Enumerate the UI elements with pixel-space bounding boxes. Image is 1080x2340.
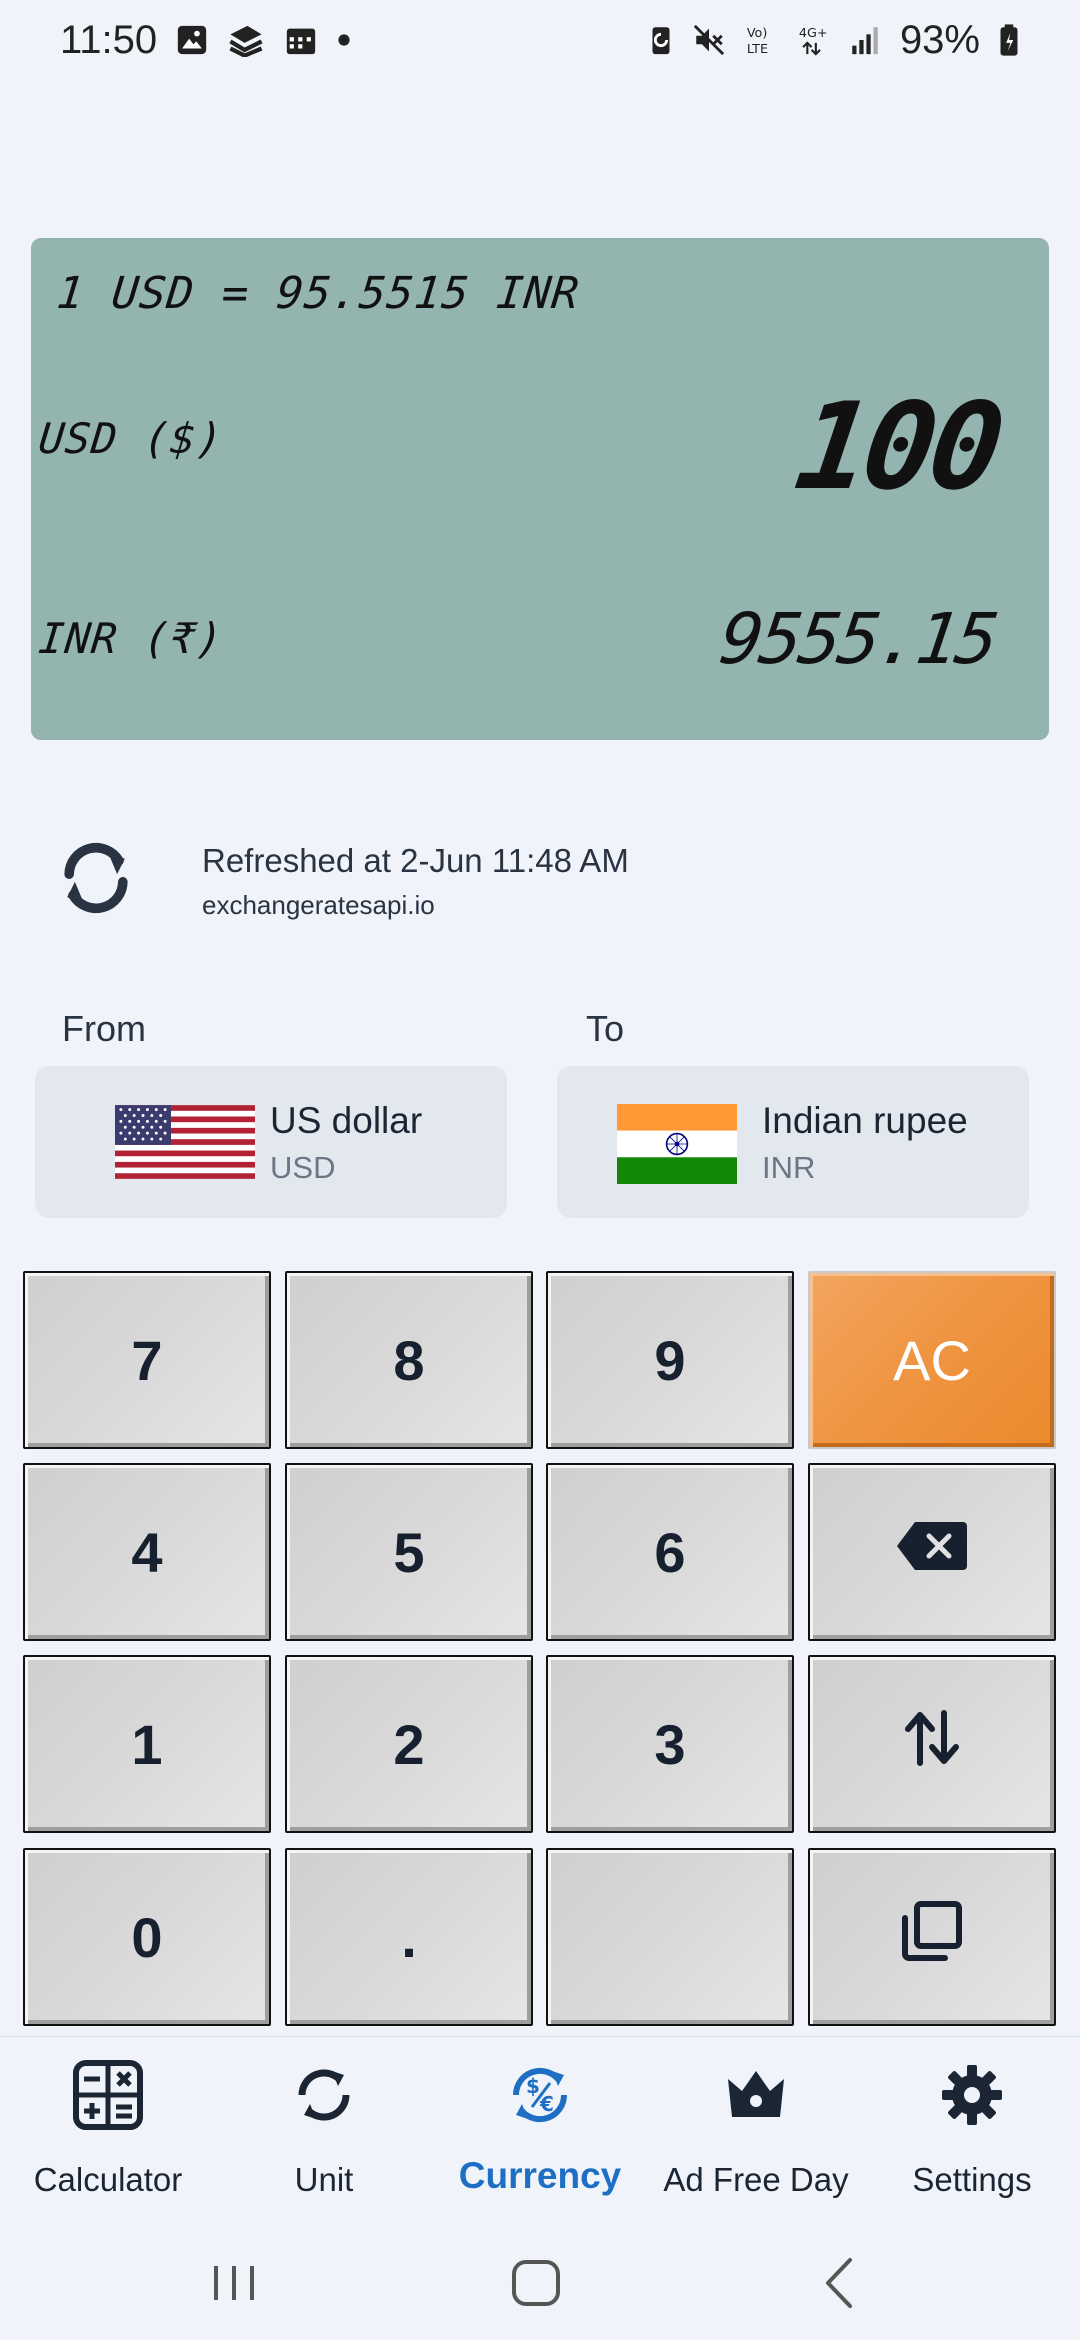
refresh-row[interactable]: Refreshed at 2-Jun 11:48 AM exchangerate…: [50, 832, 1030, 942]
blank-key[interactable]: [546, 1848, 794, 2026]
key-3[interactable]: 3: [546, 1655, 794, 1833]
volte-icon: Vo) LTE: [744, 23, 778, 57]
nav-calculator-label: Calculator: [33, 2161, 183, 2198]
india-flag-icon: [617, 1104, 737, 1189]
to-currency-code: INR: [762, 1150, 816, 1185]
stacked-cards-icon: [227, 23, 265, 57]
home-icon[interactable]: [496, 2248, 576, 2318]
signal-icon: [848, 23, 882, 57]
swap-arrows-icon: [902, 1707, 962, 1782]
key-0[interactable]: 0: [23, 1848, 271, 2026]
key-6[interactable]: 6: [546, 1463, 794, 1641]
from-currency-code: USD: [270, 1150, 336, 1185]
mute-icon: [692, 23, 726, 57]
status-left: 11:50: [60, 18, 351, 63]
bottom-navigation: Calculator Unit $ € Currency Ad Free Day …: [0, 2036, 1080, 2218]
all-clear-button[interactable]: AC: [808, 1271, 1056, 1449]
nav-ad-free-day[interactable]: Ad Free Day: [648, 2037, 864, 2217]
gallery-icon: [175, 23, 209, 57]
from-currency-selector[interactable]: US dollar USD: [35, 1066, 507, 1218]
from-currency-name: US dollar: [270, 1100, 423, 1141]
status-time: 11:50: [60, 17, 158, 62]
battery-saver-icon: [648, 23, 674, 57]
copy-button[interactable]: [808, 1848, 1056, 2026]
nav-unit-label: Unit: [294, 2161, 354, 2198]
lcd-display: 1 USD = 95.5515 INR USD ($) 100 INR (₹) …: [31, 238, 1049, 740]
copy-icon: [899, 1898, 965, 1977]
key-2[interactable]: 2: [285, 1655, 533, 1833]
status-bar: 11:50 Vo) LTE 4G+ 93%: [0, 0, 1080, 80]
nav-calculator[interactable]: Calculator: [0, 2037, 216, 2217]
exchange-rate-text: 1 USD = 95.5515 INR: [54, 268, 583, 319]
svg-text:4G+: 4G+: [799, 26, 828, 41]
key-1[interactable]: 1: [23, 1655, 271, 1833]
recent-apps-icon[interactable]: [194, 2248, 274, 2318]
to-currency-label: INR (₹): [36, 614, 226, 663]
status-right: Vo) LTE 4G+ 93%: [648, 18, 1020, 63]
refresh-source: exchangeratesapi.io: [202, 890, 435, 920]
svg-text:LTE: LTE: [747, 42, 768, 57]
nav-unit[interactable]: Unit: [216, 2037, 432, 2217]
backspace-button[interactable]: [808, 1463, 1056, 1641]
key-decimal[interactable]: .: [285, 1848, 533, 2026]
to-label: To: [586, 1008, 625, 1049]
gear-icon: [936, 2059, 1008, 2131]
svg-text:€: €: [539, 2092, 554, 2116]
nav-currency-label: Currency: [458, 2155, 622, 2196]
backspace-icon: [895, 1520, 969, 1585]
key-9[interactable]: 9: [546, 1271, 794, 1449]
to-currency-selector[interactable]: Indian rupee INR: [557, 1066, 1029, 1218]
network-4g-icon: 4G+: [796, 23, 830, 57]
crown-icon: [720, 2059, 792, 2131]
nav-ad-free-day-label: Ad Free Day: [663, 2161, 849, 2198]
to-amount-value[interactable]: 9555.15: [715, 598, 1001, 680]
back-icon[interactable]: [800, 2248, 880, 2318]
svg-text:$: $: [526, 2074, 540, 2098]
to-currency-name: Indian rupee: [762, 1100, 968, 1141]
key-7[interactable]: 7: [23, 1271, 271, 1449]
calendar-icon: [283, 23, 319, 57]
from-label: From: [62, 1008, 146, 1049]
nav-currency[interactable]: $ € Currency: [432, 2037, 648, 2217]
notification-dot-icon: [337, 33, 351, 47]
battery-icon: [998, 23, 1020, 57]
refresh-timestamp: Refreshed at 2-Jun 11:48 AM: [202, 842, 629, 879]
unit-convert-icon: [288, 2059, 360, 2131]
key-5[interactable]: 5: [285, 1463, 533, 1641]
key-4[interactable]: 4: [23, 1463, 271, 1641]
calculator-icon: [72, 2059, 144, 2131]
nav-settings-label: Settings: [912, 2161, 1032, 2198]
battery-percent: 93%: [899, 17, 980, 62]
system-navigation-bar: [0, 2218, 1080, 2340]
nav-settings[interactable]: Settings: [864, 2037, 1080, 2217]
us-flag-icon: [115, 1104, 255, 1185]
from-amount-value[interactable]: 100: [788, 378, 1006, 517]
currency-exchange-icon: $ €: [504, 2059, 576, 2131]
key-8[interactable]: 8: [285, 1271, 533, 1449]
refresh-icon[interactable]: [50, 832, 142, 924]
svg-text:Vo): Vo): [747, 26, 768, 41]
from-currency-label: USD ($): [36, 414, 226, 463]
swap-currencies-button[interactable]: [808, 1655, 1056, 1833]
